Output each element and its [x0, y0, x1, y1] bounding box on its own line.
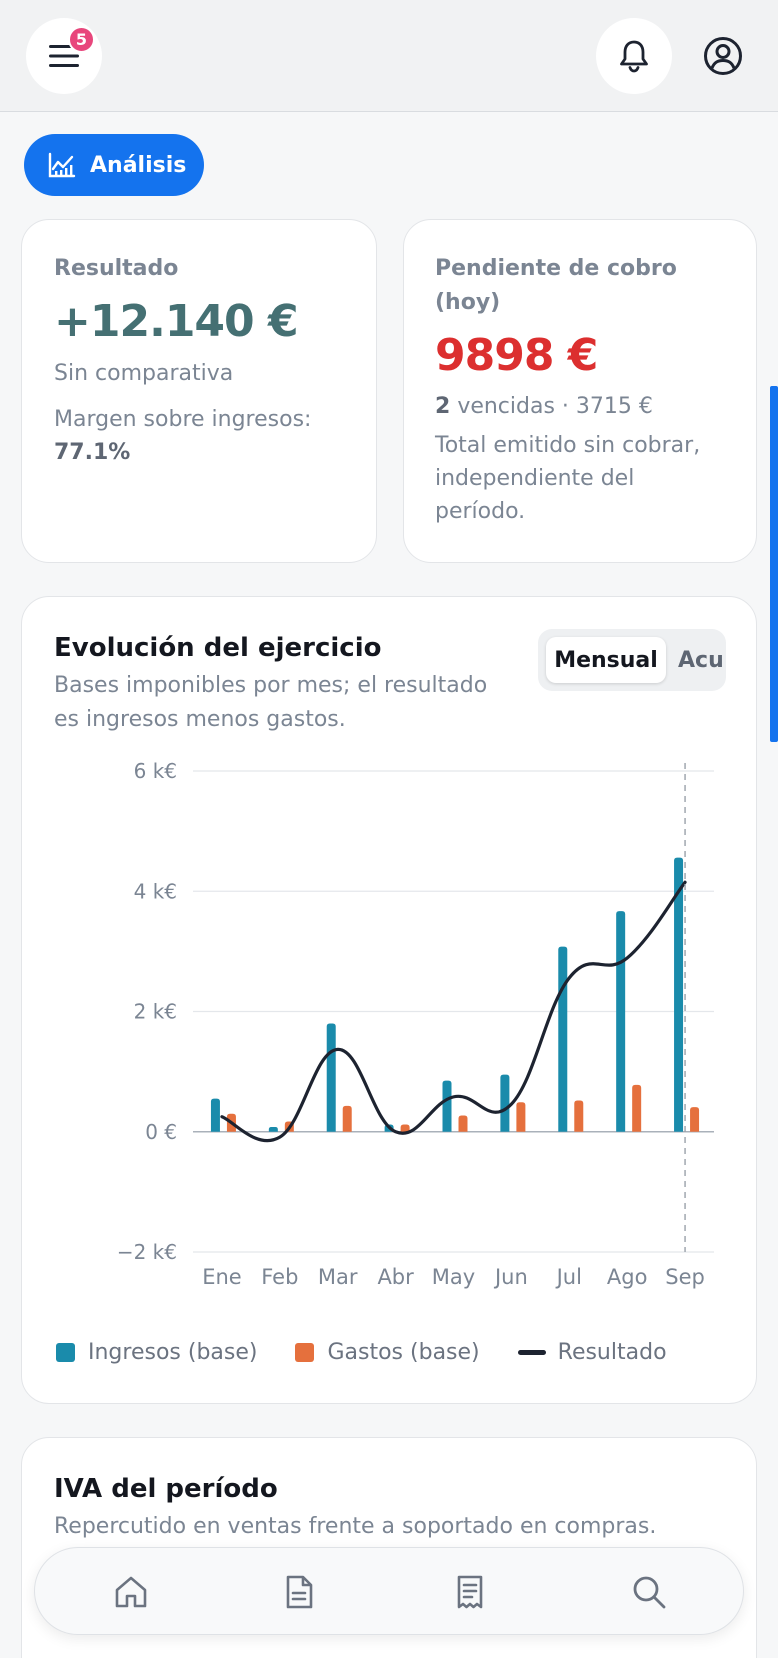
legend-line-result — [517, 1349, 546, 1355]
x-tick-label: Abr — [377, 1265, 414, 1289]
x-tick-label: Jul — [555, 1265, 582, 1289]
legend-swatch-income — [56, 1342, 75, 1362]
legend-item-income: Ingresos (base) — [56, 1340, 257, 1365]
income-bar — [500, 1074, 510, 1132]
vat-subtitle: Repercutido en ventas frente a soportado… — [54, 1514, 657, 1539]
income-bar — [268, 1126, 278, 1132]
legend-label-result: Resultado — [557, 1339, 667, 1365]
expense-bar — [632, 1084, 642, 1132]
expense-bar — [458, 1115, 468, 1132]
expense-bar — [574, 1100, 584, 1132]
expense-bar — [690, 1107, 700, 1132]
y-tick-label: −2 k€ — [117, 1240, 177, 1264]
expense-bar — [342, 1105, 352, 1132]
income-bar — [558, 946, 568, 1132]
income-bar — [442, 1080, 452, 1132]
nav-home[interactable] — [107, 1568, 155, 1616]
legend-item-result: Resultado — [517, 1339, 667, 1365]
nav-receipts[interactable] — [446, 1568, 494, 1616]
y-tick-label: 2 k€ — [134, 1000, 177, 1024]
x-tick-label: Ene — [202, 1265, 242, 1289]
x-tick-label: Mar — [318, 1265, 358, 1289]
income-bar — [210, 1098, 220, 1132]
legend-label-income: Ingresos (base) — [88, 1339, 258, 1365]
bottom-navigation — [34, 1547, 744, 1635]
x-tick-label: Ago — [607, 1265, 648, 1289]
home-icon — [115, 1576, 147, 1608]
chart-legend: Ingresos (base) Gastos (base) Resultado — [56, 1335, 705, 1369]
legend-label-expenses: Gastos (base) — [327, 1339, 480, 1365]
legend-item-expenses: Gastos (base) — [295, 1339, 480, 1365]
search-icon — [633, 1576, 666, 1609]
receipt-icon — [457, 1575, 483, 1609]
expense-bar — [516, 1102, 526, 1132]
vat-title: IVA del período — [54, 1474, 278, 1504]
x-tick-label: May — [432, 1265, 475, 1289]
income-bar — [616, 911, 626, 1132]
evolution-chart: 6 k€ 4 k€ 2 k€ 0 € −2 k€ Ene Feb Mar Abr May Jun Ju… — [117, 759, 714, 1289]
x-tick-label: Jun — [493, 1265, 528, 1289]
nav-documents[interactable] — [275, 1568, 323, 1616]
x-tick-label: Sep — [665, 1265, 705, 1289]
legend-swatch-expenses — [295, 1342, 315, 1362]
income-bar — [326, 1023, 336, 1132]
document-icon — [286, 1575, 313, 1609]
y-tick-label: 6 k€ — [134, 759, 177, 783]
nav-search[interactable] — [625, 1568, 673, 1616]
x-tick-label: Feb — [261, 1265, 298, 1289]
y-tick-label: 0 € — [145, 1120, 177, 1144]
y-tick-label: 4 k€ — [134, 879, 177, 903]
